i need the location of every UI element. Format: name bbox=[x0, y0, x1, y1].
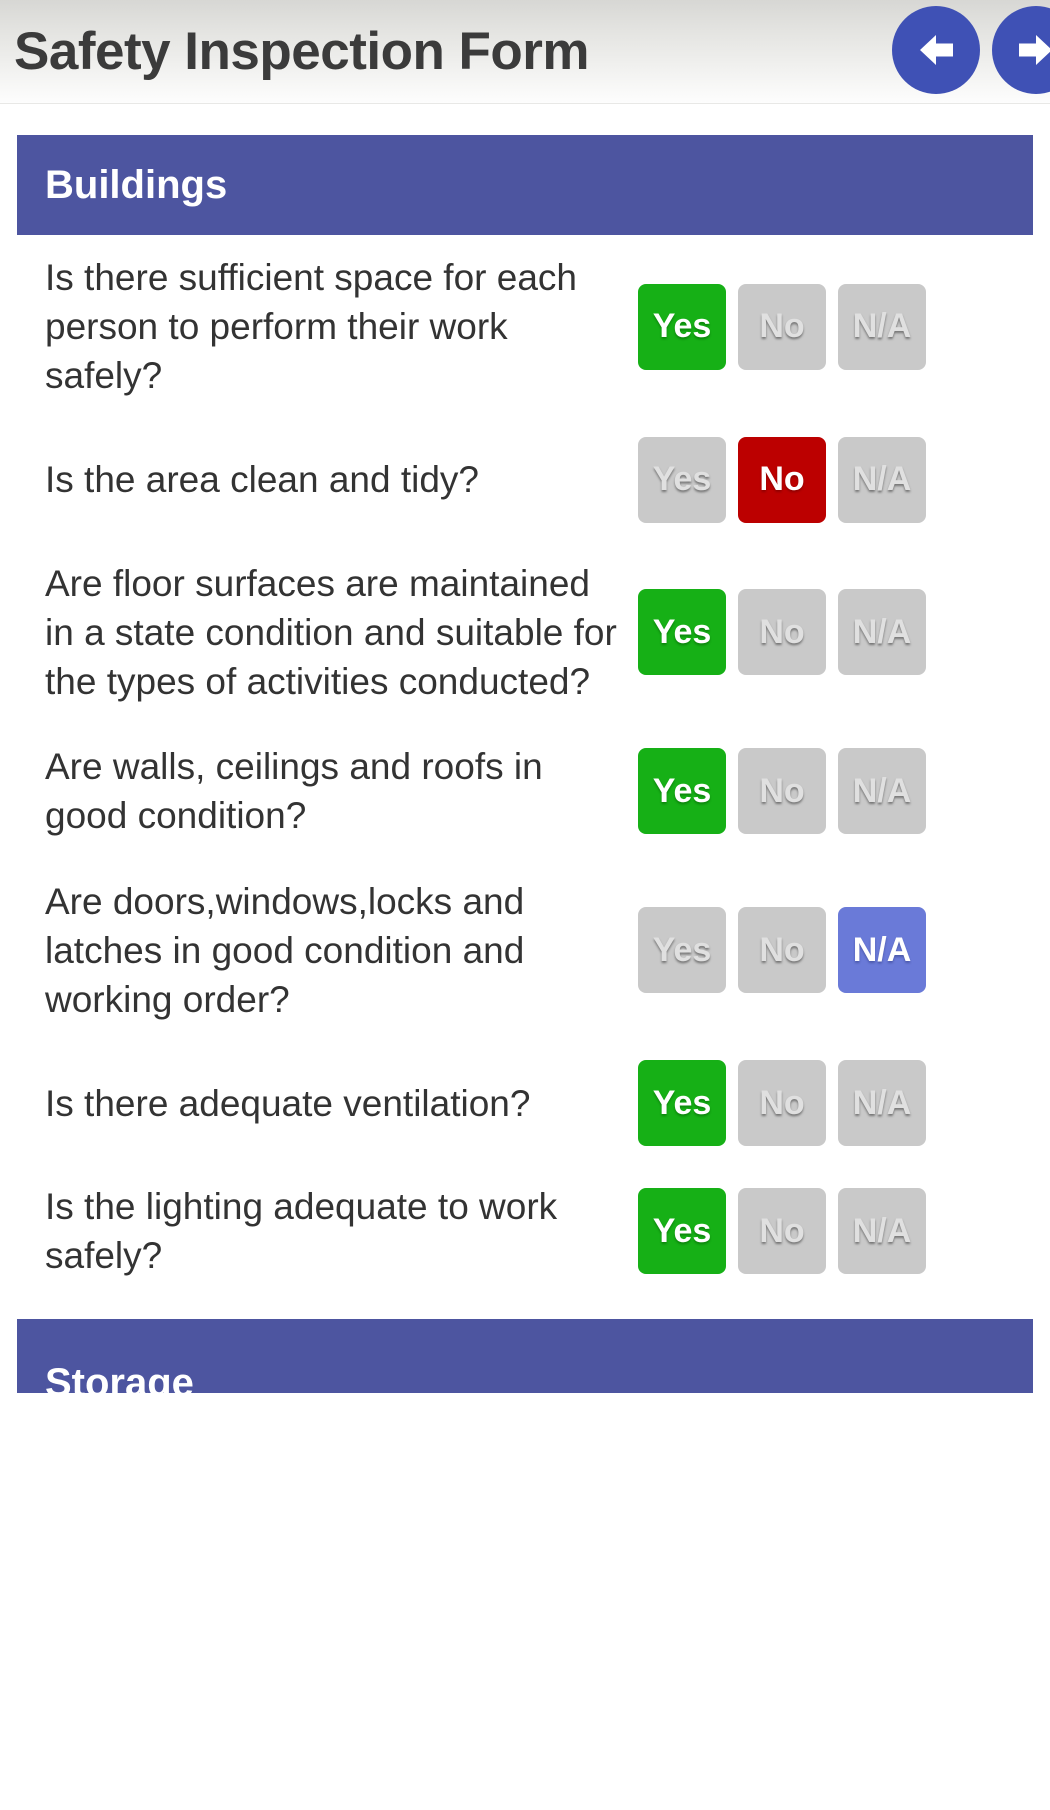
question-row: Are doors,windows,locks and latches in g… bbox=[17, 859, 1033, 1043]
section-title: Buildings bbox=[45, 163, 228, 207]
answer-yes-button[interactable]: Yes bbox=[638, 907, 726, 994]
answer-no-button[interactable]: No bbox=[738, 748, 826, 835]
answer-na-button[interactable]: N/A bbox=[838, 436, 926, 523]
answer-no-button[interactable]: No bbox=[738, 283, 826, 370]
answer-yes-button[interactable]: Yes bbox=[638, 1188, 726, 1275]
question-row: Is the area clean and tidy? Yes No N/A bbox=[17, 419, 1033, 541]
answer-yes-button[interactable]: Yes bbox=[638, 1060, 726, 1147]
answer-no-button[interactable]: No bbox=[738, 436, 826, 523]
header-nav-buttons bbox=[892, 6, 1050, 94]
app-header: Safety Inspection Form bbox=[0, 0, 1050, 104]
answer-no-button[interactable]: No bbox=[738, 1188, 826, 1275]
question-row: Is the lighting adequate to work safely?… bbox=[17, 1164, 1033, 1298]
answer-yes-button[interactable]: Yes bbox=[638, 589, 726, 676]
arrow-left-icon bbox=[910, 24, 962, 76]
answer-group: Yes No N/A bbox=[638, 589, 926, 676]
question-text: Is the area clean and tidy? bbox=[45, 459, 480, 500]
answer-yes-button[interactable]: Yes bbox=[638, 283, 726, 370]
question-row: Are floor surfaces are maintained in a s… bbox=[17, 541, 1033, 725]
answer-na-button[interactable]: N/A bbox=[838, 907, 926, 994]
question-text: Is there sufficient space for each perso… bbox=[45, 257, 578, 397]
answer-na-button[interactable]: N/A bbox=[838, 283, 926, 370]
question-row: Is there adequate ventilation? Yes No N/… bbox=[17, 1042, 1033, 1164]
question-text: Is the lighting adequate to work safely? bbox=[45, 1186, 558, 1277]
section-header-storage: Storage bbox=[17, 1318, 1033, 1403]
answer-yes-button[interactable]: Yes bbox=[638, 436, 726, 523]
arrow-right-icon bbox=[1010, 24, 1050, 76]
next-page-button[interactable] bbox=[992, 6, 1050, 94]
answer-yes-button[interactable]: Yes bbox=[638, 748, 726, 835]
answer-na-button[interactable]: N/A bbox=[838, 589, 926, 676]
answer-no-button[interactable]: No bbox=[738, 1060, 826, 1147]
answer-group: Yes No N/A bbox=[638, 436, 926, 523]
answer-group: Yes No N/A bbox=[638, 907, 926, 994]
question-text: Is there adequate ventilation? bbox=[45, 1082, 531, 1124]
answer-group: Yes No N/A bbox=[638, 1188, 926, 1275]
answer-na-button[interactable]: N/A bbox=[838, 748, 926, 835]
answer-no-button[interactable]: No bbox=[738, 907, 826, 994]
answer-na-button[interactable]: N/A bbox=[838, 1188, 926, 1275]
answer-no-button[interactable]: No bbox=[738, 589, 826, 676]
section-title: Storage bbox=[45, 1360, 194, 1405]
question-text: Are doors,windows,locks and latches in g… bbox=[45, 880, 525, 1021]
question-text: Are walls, ceilings and roofs in good co… bbox=[45, 746, 543, 837]
question-row: Are walls, ceilings and roofs in good co… bbox=[17, 724, 1033, 858]
question-list-buildings: Is there sufficient space for each perso… bbox=[0, 235, 1050, 1299]
question-text: Are floor surfaces are maintained in a s… bbox=[45, 562, 617, 703]
answer-group: Yes No N/A bbox=[638, 1060, 926, 1147]
page-title: Safety Inspection Form bbox=[14, 22, 590, 81]
question-row: Is there sufficient space for each perso… bbox=[17, 235, 1033, 419]
section-header-buildings: Buildings bbox=[17, 135, 1033, 235]
answer-group: Yes No N/A bbox=[638, 748, 926, 835]
answer-group: Yes No N/A bbox=[638, 283, 926, 370]
previous-page-button[interactable] bbox=[892, 6, 980, 94]
answer-na-button[interactable]: N/A bbox=[838, 1060, 926, 1147]
